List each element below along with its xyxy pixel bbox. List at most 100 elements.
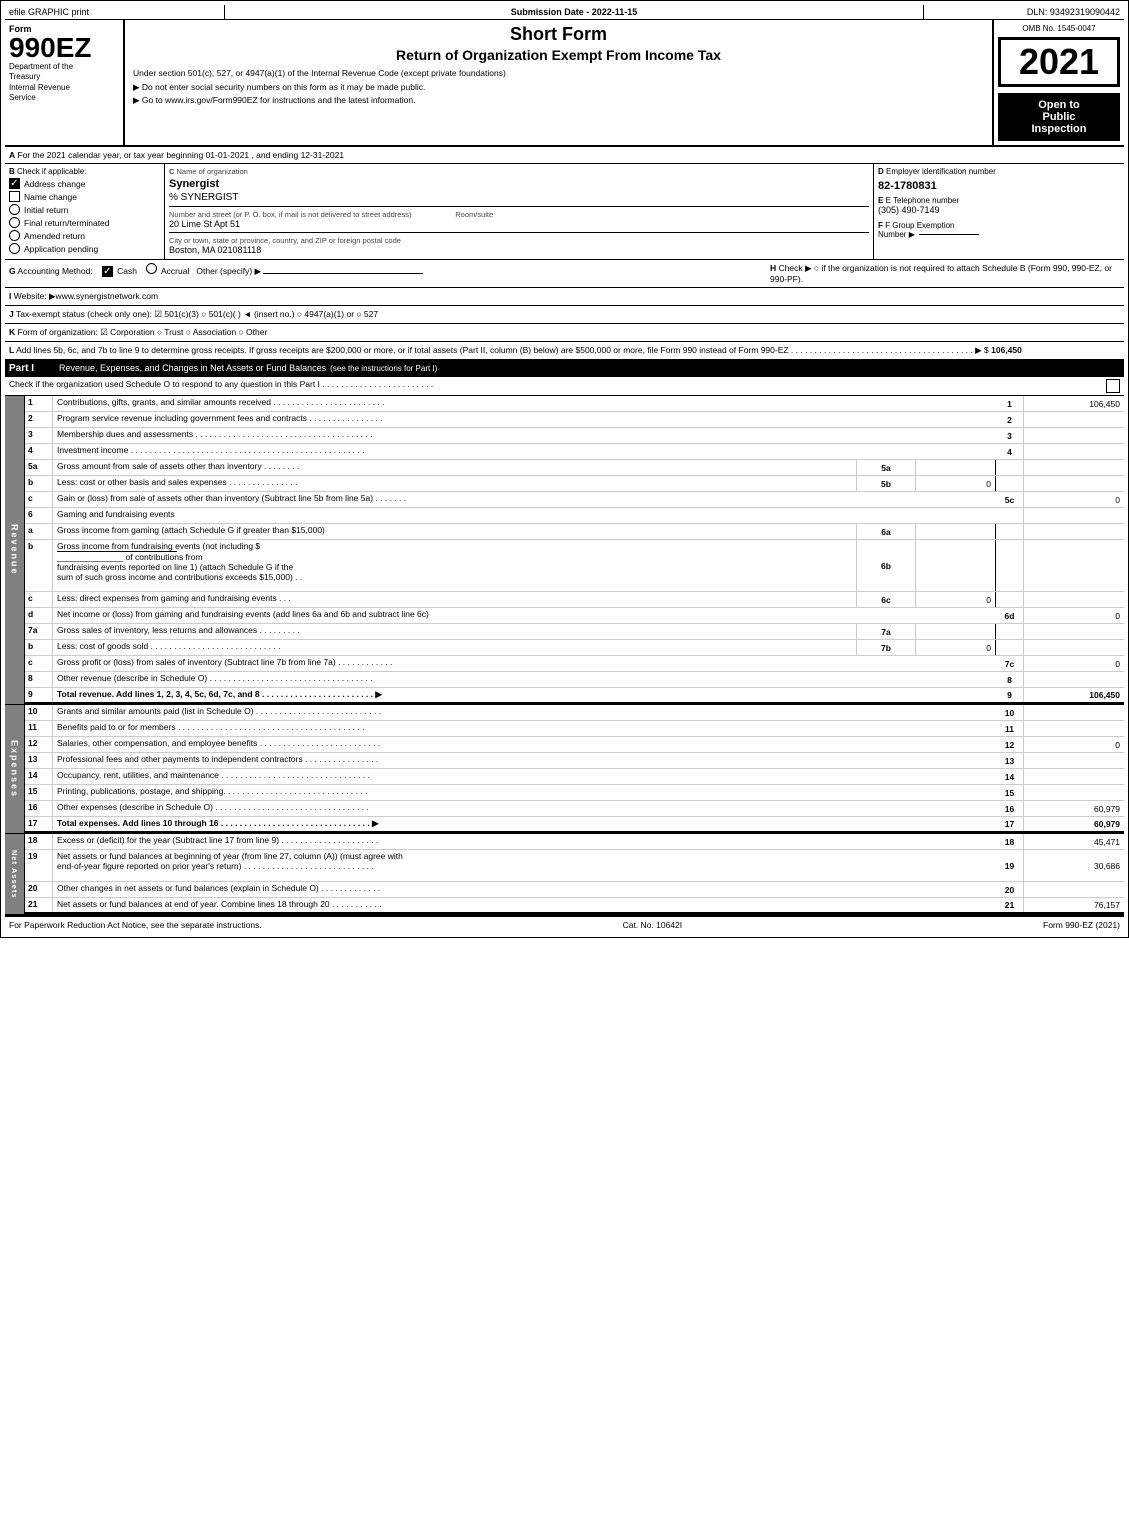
row-11-value (1024, 721, 1124, 736)
org-name: Synergist (169, 178, 869, 190)
section-k: K Form of organization: ☑ Corporation ○ … (5, 324, 1124, 342)
row-8-desc: Other revenue (describe in Schedule O) .… (53, 672, 996, 687)
row-5c-value: 0 (1024, 492, 1124, 507)
row-9-linenum: 9 (996, 688, 1024, 702)
row-7a-linenum (996, 624, 1024, 639)
row-19-desc: Net assets or fund balances at beginning… (53, 850, 996, 881)
row-10-value (1024, 705, 1124, 720)
row-6b-desc: Gross income from fundraising events (no… (53, 540, 856, 591)
amended-return-radio[interactable] (9, 230, 20, 241)
section-bcd: B Check if applicable: ✓ Address change … (5, 164, 1124, 260)
row-14-value (1024, 769, 1124, 784)
l-value: 106,450 (991, 345, 1022, 355)
name-change-row: Name change (9, 191, 160, 202)
expenses-side-label: Expenses (5, 705, 25, 833)
ein-value: 82-1780831 (878, 180, 1120, 192)
row-7a-subcol: 7a (856, 624, 916, 639)
row-16: 16 Other expenses (describe in Schedule … (25, 801, 1124, 817)
row-6b: b Gross income from fundraising events (… (25, 540, 1124, 592)
application-pending-label: Application pending (24, 244, 98, 254)
address-change-checkbox[interactable]: ✓ (9, 178, 20, 189)
row-7b-subcol: 7b (856, 640, 916, 655)
group-label: F Group Exemption (885, 221, 954, 230)
addr-label: Number and street (or P. O. box, if mail… (169, 210, 869, 219)
row-19-linenum: 19 (996, 850, 1024, 881)
row-13-desc: Professional fees and other payments to … (53, 753, 996, 768)
accrual-radio[interactable] (146, 263, 157, 274)
row-7b: b Less: cost of goods sold . . . . . . .… (25, 640, 1124, 656)
row-10-linenum: 10 (996, 705, 1024, 720)
form-number: 990EZ (9, 34, 119, 62)
address-block: Number and street (or P. O. box, if mail… (169, 206, 869, 229)
submission-date: Submission Date - 2022-11-15 (225, 5, 924, 19)
city-value: Boston, MA 021081118 (169, 245, 869, 255)
footer-cat: Cat. No. 10642I (623, 920, 683, 930)
name-change-checkbox[interactable] (9, 191, 20, 202)
row-9: 9 Total revenue. Add lines 1, 2, 3, 4, 5… (25, 688, 1124, 704)
row-5a: 5a Gross amount from sale of assets othe… (25, 460, 1124, 476)
initial-return-radio[interactable] (9, 204, 20, 215)
row-5c-num: c (25, 492, 53, 507)
row-5b-subcol: 5b (856, 476, 916, 491)
row-7b-desc: Less: cost of goods sold . . . . . . . .… (53, 640, 856, 655)
part1-label: Part I (9, 363, 59, 374)
row-15: 15 Printing, publications, postage, and … (25, 785, 1124, 801)
acct-text: Accounting Method: (18, 266, 93, 276)
row-9-value: 106,450 (1024, 688, 1124, 702)
row-4-num: 4 (25, 444, 53, 459)
form-title-main: Short Form (133, 24, 984, 46)
row-5c-desc: Gain or (loss) from sale of assets other… (53, 492, 996, 507)
row-4-desc: Investment income . . . . . . . . . . . … (53, 444, 996, 459)
row-6-linenum (996, 508, 1024, 523)
section-gh: G Accounting Method: ✓ Cash Accrual Othe… (5, 260, 1124, 288)
row-7b-subval: 0 (916, 640, 996, 655)
row-11-desc: Benefits paid to or for members . . . . … (53, 721, 996, 736)
net-assets-side-label: Net Assets (5, 834, 25, 914)
initial-return-row: Initial return (9, 204, 160, 215)
row-6b-line3: fundraising events reported on line 1) (… (57, 562, 293, 572)
addr-value: 20 Lime St Apt 51 (169, 219, 869, 229)
row-6b-subcol: 6b (856, 540, 916, 591)
row-15-linenum: 15 (996, 785, 1024, 800)
application-pending-radio[interactable] (9, 243, 20, 254)
omb-number: OMB No. 1545-0047 (998, 24, 1120, 33)
row-4: 4 Investment income . . . . . . . . . . … (25, 444, 1124, 460)
row-20: 20 Other changes in net assets or fund b… (25, 882, 1124, 898)
row-3-value (1024, 428, 1124, 443)
row-6-value (1024, 508, 1124, 523)
row-18: 18 Excess or (deficit) for the year (Sub… (25, 834, 1124, 850)
amended-return-row: Amended return (9, 230, 160, 241)
row-6b-line4: sum of such gross income and contributio… (57, 572, 302, 582)
revenue-rows: 1 Contributions, gifts, grants, and simi… (25, 396, 1124, 704)
row-5a-subcol: 5a (856, 460, 916, 475)
section-c: C Name of organization Synergist % SYNER… (165, 164, 874, 259)
cash-checkbox[interactable]: ✓ (102, 266, 113, 277)
form-footer: For Paperwork Reduction Act Notice, see … (5, 915, 1124, 933)
row-18-desc: Excess or (deficit) for the year (Subtra… (53, 834, 996, 849)
row-15-value (1024, 785, 1124, 800)
row-21-desc: Net assets or fund balances at end of ye… (53, 898, 996, 912)
row-7b-value (1024, 640, 1124, 655)
row-18-value: 45,471 (1024, 834, 1124, 849)
row-5a-linenum (996, 460, 1024, 475)
section-b: B Check if applicable: ✓ Address change … (5, 164, 165, 259)
part1-checkbox[interactable] (1106, 379, 1120, 393)
row-6a-num: a (25, 524, 53, 539)
part1-check-text: Check if the organization used Schedule … (9, 379, 433, 393)
row-6c-subval: 0 (916, 592, 996, 607)
row-10-num: 10 (25, 705, 53, 720)
open-to-public: Open toPublicInspection (998, 93, 1120, 141)
l-text: Add lines 5b, 6c, and 7b to line 9 to de… (16, 345, 989, 355)
form-dept: Department of the Treasury Internal Reve… (9, 62, 119, 104)
row-5a-num: 5a (25, 460, 53, 475)
row-3-num: 3 (25, 428, 53, 443)
row-17: 17 Total expenses. Add lines 10 through … (25, 817, 1124, 833)
org-name-sub: % SYNERGIST (169, 192, 869, 203)
other-line (263, 273, 423, 274)
section-a: A For the 2021 calendar year, or tax yea… (5, 147, 1124, 164)
expenses-section: Expenses 10 Grants and similar amounts p… (5, 705, 1124, 834)
row-13-linenum: 13 (996, 753, 1024, 768)
row-6a-subval (916, 524, 996, 539)
final-return-radio[interactable] (9, 217, 20, 228)
section-l: L Add lines 5b, 6c, and 7b to line 9 to … (5, 342, 1124, 361)
